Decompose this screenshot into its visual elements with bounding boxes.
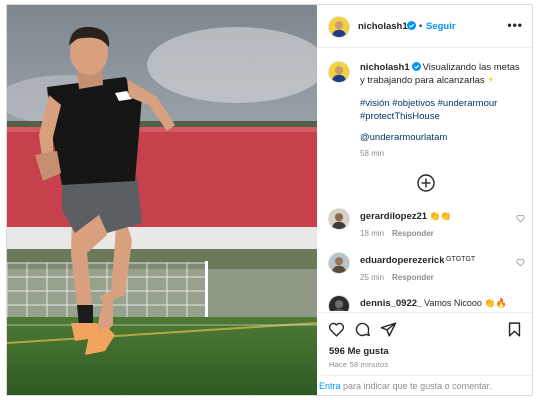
comment-text: Vamos Nicooo 👏🔥 xyxy=(424,298,507,308)
caption-text-block: nicholash1 Visualizando las metas y traba… xyxy=(360,61,526,87)
post-photo[interactable] xyxy=(7,5,317,395)
yellow-jersey-avatar-icon xyxy=(329,17,349,37)
comment-icon[interactable] xyxy=(354,321,371,338)
more-options-icon[interactable]: ••• xyxy=(507,18,523,32)
login-prompt-text: para indicar que te gusta o comentar. xyxy=(340,381,492,391)
author-avatar[interactable] xyxy=(328,16,350,38)
post-side-panel: nicholash1 • Seguir ••• nicholash1 Visua… xyxy=(318,5,532,395)
commenter-username[interactable]: gerardilopez21 xyxy=(360,211,427,222)
commenter-username[interactable]: dennis_0922_ xyxy=(360,298,422,309)
lightning-emoji: ⚡ xyxy=(487,75,494,86)
comment-time: 25 min xyxy=(360,273,385,282)
yellow-jersey-avatar-icon xyxy=(329,62,349,82)
hashtag-link[interactable]: #objetivos xyxy=(392,98,435,109)
caption-avatar[interactable] xyxy=(328,61,350,83)
caption-time: 58 min xyxy=(360,149,385,158)
login-prompt: Entra para indicar que te gusta o coment… xyxy=(318,375,532,395)
commenter-username[interactable]: eduardoperezerick xyxy=(360,255,444,266)
mention-link[interactable]: @underarmourlatam xyxy=(360,132,447,143)
commenter-avatar[interactable] xyxy=(328,295,350,311)
load-more-comments-icon[interactable] xyxy=(417,174,435,192)
comment-item: eduardoperezerick GTGTGT 25 min Responde… xyxy=(318,252,532,292)
like-count[interactable]: 596 Me gusta xyxy=(329,346,389,357)
comment-text: GTGTGT xyxy=(446,256,476,263)
reply-button[interactable]: Responder xyxy=(392,229,434,238)
separator-dot: • xyxy=(419,21,423,31)
person-avatar-icon xyxy=(329,253,349,273)
caption-username[interactable]: nicholash1 xyxy=(360,62,410,73)
hashtag-link[interactable]: #protectThisHouse xyxy=(360,111,440,122)
post-timestamp: Hace 58 minutos xyxy=(329,360,389,369)
comment-item: dennis_0922_ Vamos Nicooo 👏🔥 xyxy=(318,295,532,311)
comment-text: 👏👏 xyxy=(429,211,452,221)
verified-badge-icon xyxy=(411,62,421,71)
athlete-photo xyxy=(7,5,317,395)
person-avatar-icon xyxy=(329,209,349,229)
author-username[interactable]: nicholash1 xyxy=(358,21,408,32)
post-header: nicholash1 • Seguir ••• xyxy=(318,5,532,48)
comment-like-heart-icon[interactable] xyxy=(516,214,525,223)
comment-time: 18 min xyxy=(360,229,385,238)
person-avatar-icon xyxy=(329,296,349,311)
bookmark-icon[interactable] xyxy=(506,321,523,338)
comment-item: gerardilopez21 👏👏 18 min Responder xyxy=(318,208,532,248)
commenter-avatar[interactable] xyxy=(328,252,350,274)
comments-section[interactable]: nicholash1 Visualizando las metas y traba… xyxy=(318,49,532,311)
follow-button[interactable]: Seguir xyxy=(426,21,456,32)
instagram-post: nicholash1 • Seguir ••• nicholash1 Visua… xyxy=(6,4,533,396)
heart-icon[interactable] xyxy=(328,321,345,338)
commenter-avatar[interactable] xyxy=(328,208,350,230)
hashtag-link[interactable]: #underarmour xyxy=(438,98,498,109)
share-icon[interactable] xyxy=(380,321,397,338)
comment-like-heart-icon[interactable] xyxy=(516,258,525,267)
action-bar xyxy=(318,312,532,342)
hashtag-link[interactable]: #visión xyxy=(360,98,390,109)
login-link[interactable]: Entra xyxy=(319,381,341,391)
hashtag-list: #visión #objetivos #underarmour #protect… xyxy=(360,97,526,123)
reply-button[interactable]: Responder xyxy=(392,273,434,282)
verified-badge-icon xyxy=(407,21,416,30)
